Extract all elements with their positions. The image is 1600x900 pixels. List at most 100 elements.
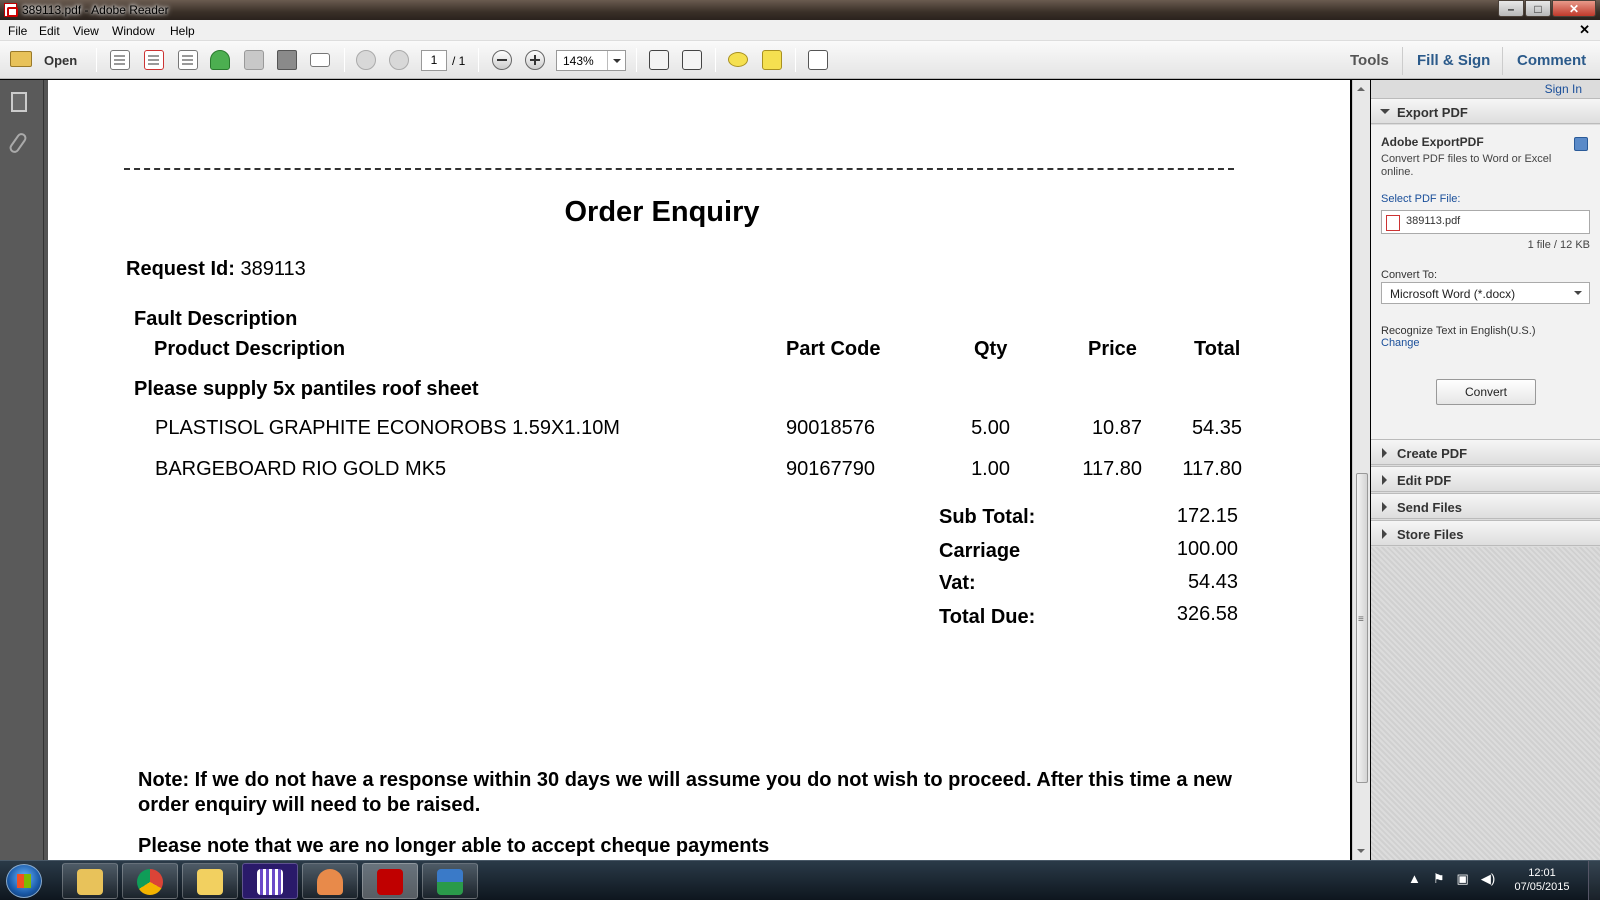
minimize-button[interactable]: – — [1498, 0, 1524, 17]
previous-page-icon[interactable] — [356, 50, 376, 70]
email-icon[interactable] — [310, 53, 330, 67]
create-pdf-icon[interactable] — [110, 50, 130, 70]
tab-fill-sign[interactable]: Fill & Sign — [1417, 52, 1490, 69]
convert-to-value: Microsoft Word (*.docx) — [1390, 287, 1516, 301]
column-part-code: Part Code — [786, 338, 881, 360]
send-files-section-header[interactable]: Send Files — [1371, 493, 1600, 519]
zoom-in-icon[interactable] — [525, 50, 545, 70]
save-icon[interactable] — [244, 50, 264, 70]
line-item-qty: 5.00 — [971, 417, 1010, 439]
start-button[interactable] — [6, 864, 42, 898]
collapsed-triangle-icon — [1382, 475, 1392, 485]
menu-window[interactable]: Window — [112, 24, 155, 38]
document-title: Order Enquiry — [564, 196, 760, 228]
recognize-text-label: Recognize Text in English(U.S.) — [1381, 325, 1536, 337]
adobe-reader-taskbar-button[interactable] — [362, 863, 418, 899]
close-icon: ✕ — [1568, 2, 1580, 16]
sign-in-link[interactable]: Sign In — [1545, 82, 1582, 96]
maximize-icon: □ — [1534, 2, 1542, 16]
network-icon[interactable]: ▣ — [1457, 871, 1469, 887]
total-due-value: 326.58 — [1176, 603, 1238, 625]
close-document-button[interactable]: ✕ — [1579, 22, 1590, 38]
zoom-out-icon[interactable] — [492, 50, 512, 70]
scroll-down-icon[interactable] — [1357, 849, 1365, 857]
vat-value: 54.43 — [1187, 571, 1238, 593]
page-number-input[interactable]: 1 — [421, 50, 447, 71]
menu-edit[interactable]: Edit — [39, 24, 60, 38]
tab-tools[interactable]: Tools — [1350, 52, 1389, 69]
fit-width-icon[interactable] — [682, 50, 702, 70]
volume-icon[interactable]: ◀) — [1481, 871, 1495, 887]
full-screen-icon[interactable] — [808, 50, 828, 70]
menu-help[interactable]: Help — [170, 24, 195, 38]
line-item-price: 117.80 — [1082, 458, 1142, 480]
left-navigation-pane — [0, 80, 44, 860]
open-folder-icon[interactable] — [10, 51, 32, 67]
file-explorer-taskbar-button[interactable] — [62, 863, 118, 899]
show-hidden-icons-icon[interactable]: ▲ — [1408, 871, 1421, 887]
system-clock[interactable]: 12:01 07/05/2015 — [1508, 866, 1576, 894]
sticky-note-icon[interactable] — [728, 52, 748, 67]
selected-file-name: 389113.pdf — [1406, 215, 1461, 227]
carriage-label: Carriage — [939, 540, 1021, 562]
menu-file[interactable]: File — [8, 24, 27, 38]
chrome-taskbar-button[interactable] — [122, 863, 178, 899]
tab-separator — [1502, 47, 1503, 75]
edit-pdf-section-header[interactable]: Edit PDF — [1371, 466, 1600, 492]
close-button[interactable]: ✕ — [1552, 0, 1596, 17]
attachments-icon[interactable] — [7, 131, 29, 155]
create-pdf-section-header[interactable]: Create PDF — [1371, 439, 1600, 465]
print-icon[interactable] — [277, 50, 297, 70]
maximize-button[interactable]: □ — [1525, 0, 1551, 17]
contacts-taskbar-button[interactable] — [302, 863, 358, 899]
sage-taskbar-button[interactable] — [422, 863, 478, 899]
convert-to-select[interactable]: Microsoft Word (*.docx) — [1381, 282, 1590, 304]
zoom-select[interactable]: 143% — [556, 50, 626, 71]
adobe-reader-icon — [377, 869, 403, 895]
menu-bar: File Edit View Window Help ✕ — [0, 20, 1600, 41]
export-pdf-icon[interactable] — [144, 50, 164, 70]
folder-icon — [77, 869, 103, 895]
menu-view[interactable]: View — [73, 24, 99, 38]
highlight-icon[interactable] — [762, 50, 782, 70]
export-options-icon[interactable] — [1574, 137, 1588, 151]
request-id-label: Request Id: — [126, 258, 235, 280]
send-files-label: Send Files — [1397, 500, 1463, 515]
fault-text: Please supply 5x pantiles roof sheet — [134, 378, 479, 400]
clock-time: 12:01 — [1528, 867, 1556, 879]
tab-comment[interactable]: Comment — [1517, 52, 1586, 69]
scroll-up-icon[interactable] — [1357, 83, 1365, 91]
change-language-link[interactable]: Change — [1381, 337, 1420, 349]
toolbar-separator — [478, 48, 479, 72]
export-pdf-section-header[interactable]: Export PDF — [1371, 98, 1600, 124]
edit-pdf-icon[interactable] — [178, 50, 198, 70]
expanded-triangle-icon — [1380, 109, 1390, 119]
outlook-taskbar-button[interactable] — [182, 863, 238, 899]
scrollbar-thumb[interactable] — [1356, 473, 1368, 783]
line-item-price: 10.87 — [1091, 417, 1142, 439]
selected-file-field[interactable]: 389113.pdf — [1381, 210, 1590, 234]
open-button[interactable]: Open — [44, 53, 77, 68]
action-center-flag-icon[interactable]: ⚑ — [1433, 871, 1445, 887]
carriage-value: 100.00 — [1176, 538, 1238, 560]
page-thumbnails-icon[interactable] — [11, 92, 27, 112]
line-item-total: 117.80 — [1182, 458, 1242, 480]
convert-button[interactable]: Convert — [1436, 379, 1536, 405]
show-desktop-button[interactable] — [1588, 861, 1600, 900]
next-page-icon[interactable] — [389, 50, 409, 70]
store-files-section-header[interactable]: Store Files — [1371, 520, 1600, 546]
pdf-file-icon — [1386, 215, 1400, 231]
panel-empty-area — [1371, 547, 1600, 860]
fault-heading: Fault Description — [134, 308, 298, 330]
note-text: Note: If we do not have a response withi… — [138, 769, 1232, 816]
edit-pdf-label: Edit PDF — [1397, 473, 1452, 488]
chevron-down-icon[interactable] — [607, 51, 625, 70]
upload-icon[interactable] — [210, 50, 230, 70]
calendar-taskbar-button[interactable] — [242, 863, 298, 899]
dashed-divider — [124, 168, 1234, 170]
line-item-description: PLASTISOL GRAPHITE ECONOROBS 1.59X1.10M — [155, 417, 620, 439]
subtotal-label: Sub Total: — [939, 506, 1036, 528]
vertical-scrollbar[interactable] — [1352, 80, 1370, 860]
fit-page-icon[interactable] — [649, 50, 669, 70]
line-item-total: 54.35 — [1191, 417, 1242, 439]
